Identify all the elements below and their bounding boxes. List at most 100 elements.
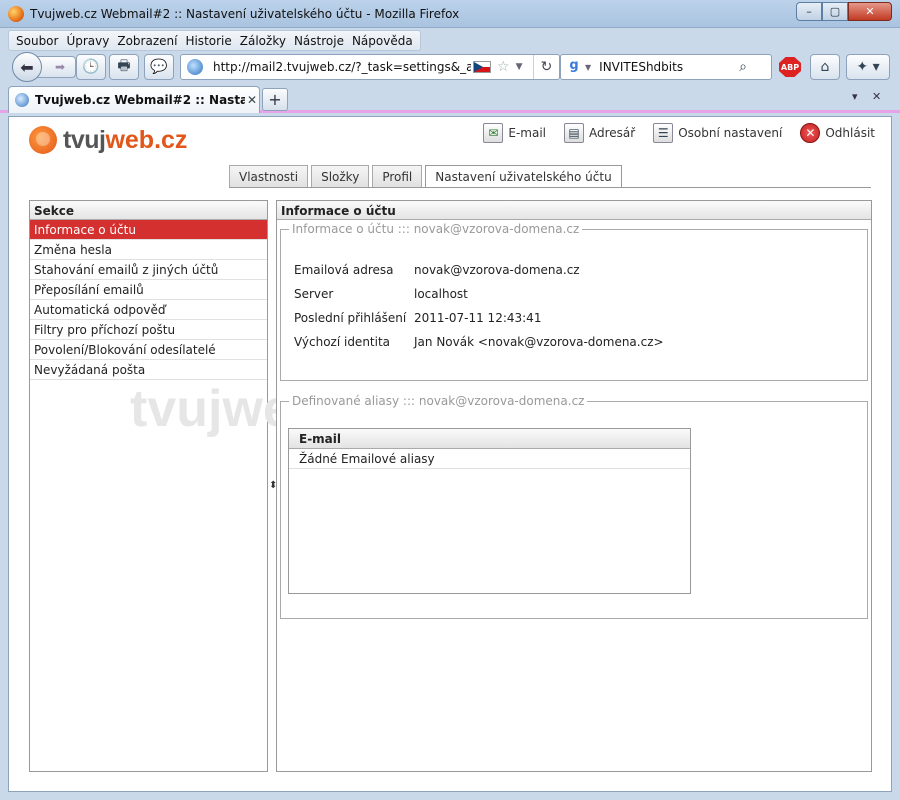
- tab-account-settings[interactable]: Nastavení uživatelského účtu: [425, 165, 622, 188]
- section-item-filters[interactable]: Filtry pro příchozí poštu: [30, 320, 267, 340]
- aliases-fieldset: Definované aliasy ::: novak@vzorova-dome…: [280, 394, 868, 619]
- back-forward-group: ⬅ ➡: [12, 52, 76, 82]
- navigation-toolbar: ⬅ ➡ 🕒 🖶 💬 http://mail2.tvujweb.cz/?_task…: [8, 51, 892, 83]
- url-dropdown-icon[interactable]: ▼: [516, 62, 523, 72]
- email-icon: ✉: [483, 123, 504, 143]
- new-tab-button[interactable]: +: [262, 88, 288, 111]
- info-key: Emailová adresa: [294, 263, 394, 277]
- window-controls: – ▢ ✕: [796, 2, 892, 21]
- site-identity-icon[interactable]: [187, 59, 203, 75]
- forward-arrow-icon: ➡: [54, 60, 66, 74]
- url-input[interactable]: http://mail2.tvujweb.cz/?_task=settings&…: [213, 60, 471, 74]
- email-link-label: E-mail: [508, 126, 547, 140]
- close-tab-icon[interactable]: ✕: [247, 93, 257, 107]
- search-bar[interactable]: g ▼ INVITEShdbits ⌕: [560, 54, 772, 80]
- menu-historie[interactable]: Historie: [182, 31, 234, 50]
- history-button[interactable]: 🕒: [76, 54, 106, 80]
- info-value: novak@vzorova-domena.cz: [414, 263, 580, 277]
- google-search-engine-icon[interactable]: g: [565, 58, 583, 76]
- menu-bar: Soubor Úpravy Zobrazení Historie Záložky…: [8, 30, 421, 51]
- menu-upravy[interactable]: Úpravy: [63, 31, 112, 50]
- czech-flag-icon[interactable]: [473, 61, 491, 73]
- section-item-spam[interactable]: Nevyžádaná pošta: [30, 360, 267, 380]
- tvujweb-logo[interactable]: tvuj web.cz: [29, 123, 187, 157]
- chat-button[interactable]: 💬: [144, 54, 174, 80]
- bookmark-star-icon[interactable]: ☆: [497, 59, 510, 75]
- account-info-legend: Informace o účtu ::: novak@vzorova-domen…: [289, 222, 583, 236]
- logo-text-part1: tvuj: [63, 125, 106, 154]
- print-button[interactable]: 🖶: [109, 54, 139, 80]
- aliases-column-header: E-mail: [289, 429, 690, 449]
- info-value: localhost: [414, 287, 468, 301]
- account-info-fieldset: Informace o účtu ::: novak@vzorova-domen…: [280, 222, 868, 381]
- search-input[interactable]: INVITEShdbits: [599, 60, 739, 74]
- info-value: Jan Novák <novak@vzorova-domena.cz>: [414, 335, 664, 349]
- info-key: Výchozí identita: [294, 335, 391, 349]
- settings-icon: ☰: [653, 123, 674, 143]
- browser-tab-active[interactable]: Tvujweb.cz Webmail#2 :: Nastaven... ✕: [8, 86, 260, 113]
- close-window-button[interactable]: ✕: [848, 2, 892, 21]
- logout-link[interactable]: ✕ Odhlásit: [800, 123, 875, 143]
- tab-vlastnosti[interactable]: Vlastnosti: [229, 165, 309, 187]
- reload-button[interactable]: ↻: [533, 55, 559, 79]
- section-item-fetch-mail[interactable]: Stahování emailů z jiných účtů: [30, 260, 267, 280]
- maximize-button[interactable]: ▢: [822, 2, 848, 21]
- section-item-account-info[interactable]: Informace o účtu: [30, 220, 267, 240]
- menu-soubor[interactable]: Soubor: [13, 31, 61, 50]
- addressbook-icon: ▤: [564, 123, 585, 143]
- personal-settings-link[interactable]: ☰ Osobní nastavení: [653, 123, 782, 143]
- tabs-divider: [229, 187, 871, 188]
- cat-logo-icon: [29, 126, 57, 154]
- logo-text-part2: web.cz: [105, 125, 188, 154]
- tab-profil[interactable]: Profil: [372, 165, 423, 187]
- addon-button[interactable]: ✦ ▾: [846, 54, 890, 80]
- adblock-plus-icon[interactable]: ABP: [779, 57, 801, 77]
- clock-icon: 🕒: [82, 59, 100, 75]
- tab-slozky[interactable]: Složky: [311, 165, 370, 187]
- logout-link-label: Odhlásit: [825, 126, 875, 140]
- top-navigation: ✉ E-mail ▤ Adresář ☰ Osobní nastavení ✕ …: [483, 123, 875, 143]
- personal-settings-link-label: Osobní nastavení: [678, 126, 783, 140]
- home-button[interactable]: ⌂: [810, 54, 840, 80]
- list-tabs-icon[interactable]: ▾: [852, 90, 858, 103]
- logout-icon: ✕: [800, 123, 821, 143]
- menu-zalozky[interactable]: Záložky: [237, 31, 289, 50]
- back-button[interactable]: ⬅: [12, 52, 42, 82]
- puzzle-icon: ✦ ▾: [856, 59, 880, 75]
- home-icon: ⌂: [820, 59, 830, 75]
- email-link[interactable]: ✉ E-mail: [483, 123, 546, 143]
- addressbook-link-label: Adresář: [589, 126, 636, 140]
- aliases-table: E-mail Žádné Emailové aliasy: [288, 428, 691, 594]
- search-engine-dropdown-icon[interactable]: ▼: [585, 63, 591, 72]
- tab-favicon: [15, 93, 29, 107]
- window-title: Tvujweb.cz Webmail#2 :: Nastavení uživat…: [30, 7, 460, 21]
- info-key: Server: [294, 287, 334, 301]
- info-key: Poslední přihlášení: [294, 311, 407, 325]
- sections-panel: Sekce Informace o účtu Změna hesla Staho…: [29, 200, 268, 772]
- account-info-panel: Informace o účtu Informace o účtu ::: no…: [276, 200, 872, 772]
- aliases-empty-row: Žádné Emailové aliasy: [289, 449, 690, 469]
- minimize-button[interactable]: –: [796, 2, 822, 21]
- section-item-change-password[interactable]: Změna hesla: [30, 240, 267, 260]
- forward-button[interactable]: ➡: [36, 56, 76, 78]
- browser-tab-strip: Tvujweb.cz Webmail#2 :: Nastaven... ✕ + …: [0, 84, 900, 113]
- sections-header: Sekce: [30, 201, 267, 220]
- addressbook-link[interactable]: ▤ Adresář: [564, 123, 635, 143]
- browser-tab-label: Tvujweb.cz Webmail#2 :: Nastaven...: [35, 93, 245, 107]
- section-item-allow-block-senders[interactable]: Povolení/Blokování odesílatelé: [30, 340, 267, 360]
- window-titlebar: Tvujweb.cz Webmail#2 :: Nastavení uživat…: [0, 0, 900, 28]
- menu-nastroje[interactable]: Nástroje: [291, 31, 347, 50]
- url-bar[interactable]: http://mail2.tvujweb.cz/?_task=settings&…: [180, 54, 560, 80]
- chat-bubble-icon: 💬: [150, 59, 168, 75]
- aliases-legend: Definované aliasy ::: novak@vzorova-dome…: [289, 394, 588, 408]
- back-arrow-icon: ⬅: [20, 57, 34, 77]
- menu-napoveda[interactable]: Nápověda: [349, 31, 416, 50]
- section-item-auto-reply[interactable]: Automatická odpověď: [30, 300, 267, 320]
- menu-zobrazeni[interactable]: Zobrazení: [114, 31, 180, 50]
- close-tab-strip-icon[interactable]: ✕: [872, 90, 881, 103]
- firefox-icon: [8, 6, 24, 22]
- reload-icon: ↻: [540, 59, 553, 75]
- section-item-forwarding[interactable]: Přeposílání emailů: [30, 280, 267, 300]
- webmail-page: tvuj web.cz ✉ E-mail ▤ Adresář ☰ Osobní n…: [8, 116, 892, 792]
- search-magnifier-icon[interactable]: ⌕: [739, 59, 747, 75]
